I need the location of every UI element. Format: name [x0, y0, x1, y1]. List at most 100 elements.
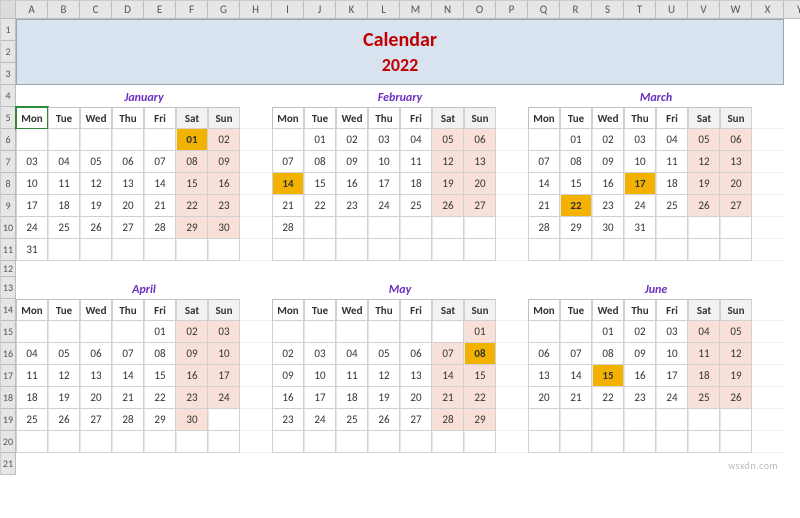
day-cell[interactable]: 07	[560, 343, 592, 365]
day-cell[interactable]: 09	[272, 365, 304, 387]
col-header-A[interactable]: A	[16, 1, 48, 19]
day-cell[interactable]: 12	[368, 365, 400, 387]
col-header-C[interactable]: C	[80, 1, 112, 19]
day-cell[interactable]: 03	[656, 321, 688, 343]
dow-sat[interactable]: Sat	[432, 299, 464, 321]
col-header-Y[interactable]: Y	[784, 1, 800, 19]
day-cell[interactable]: 03	[304, 343, 336, 365]
dow-tue[interactable]: Tue	[48, 107, 80, 129]
day-cell[interactable]: 19	[368, 387, 400, 409]
dow-thu[interactable]: Thu	[368, 107, 400, 129]
day-cell[interactable]: 24	[656, 387, 688, 409]
day-cell[interactable]: 18	[400, 173, 432, 195]
day-cell[interactable]: 26	[368, 409, 400, 431]
day-cell[interactable]: 25	[656, 195, 688, 217]
day-cell[interactable]: 20	[112, 195, 144, 217]
day-cell[interactable]: 24	[16, 217, 48, 239]
day-cell[interactable]: 08	[560, 151, 592, 173]
dow-sat[interactable]: Sat	[432, 107, 464, 129]
dow-wed[interactable]: Wed	[336, 107, 368, 129]
row-header-18[interactable]: 18	[1, 387, 16, 409]
day-cell[interactable]: 08	[592, 343, 624, 365]
col-header-G[interactable]: G	[208, 1, 240, 19]
row-header-4[interactable]: 4	[1, 85, 16, 107]
day-cell[interactable]: 21	[528, 195, 560, 217]
day-cell[interactable]: 08	[464, 343, 496, 365]
day-cell[interactable]: 26	[432, 195, 464, 217]
day-cell[interactable]: 06	[528, 343, 560, 365]
col-header-O[interactable]: O	[464, 1, 496, 19]
day-cell[interactable]: 01	[144, 321, 176, 343]
dow-sun[interactable]: Sun	[464, 107, 496, 129]
day-cell[interactable]: 02	[208, 129, 240, 151]
day-cell[interactable]: 18	[16, 387, 48, 409]
day-cell[interactable]: 16	[272, 387, 304, 409]
day-cell[interactable]: 13	[720, 151, 752, 173]
day-cell[interactable]: 08	[144, 343, 176, 365]
col-header-S[interactable]: S	[592, 1, 624, 19]
col-header-B[interactable]: B	[48, 1, 80, 19]
day-cell[interactable]: 14	[560, 365, 592, 387]
day-cell[interactable]: 19	[720, 365, 752, 387]
day-cell[interactable]: 02	[592, 129, 624, 151]
dow-wed[interactable]: Wed	[336, 299, 368, 321]
day-cell[interactable]: 22	[304, 195, 336, 217]
col-header-J[interactable]: J	[304, 1, 336, 19]
day-cell[interactable]: 15	[304, 173, 336, 195]
day-cell[interactable]: 01	[464, 321, 496, 343]
day-cell[interactable]: 06	[720, 129, 752, 151]
day-cell[interactable]: 20	[720, 173, 752, 195]
day-cell[interactable]: 02	[624, 321, 656, 343]
row-header-1[interactable]: 1	[1, 19, 16, 41]
row-header-6[interactable]: 6	[1, 129, 16, 151]
dow-tue[interactable]: Tue	[48, 299, 80, 321]
day-cell[interactable]: 06	[400, 343, 432, 365]
day-cell[interactable]: 20	[400, 387, 432, 409]
day-cell[interactable]: 26	[48, 409, 80, 431]
day-cell[interactable]: 25	[400, 195, 432, 217]
day-cell[interactable]: 06	[112, 151, 144, 173]
day-cell[interactable]: 13	[400, 365, 432, 387]
row-header-14[interactable]: 14	[1, 299, 16, 321]
day-cell[interactable]: 10	[208, 343, 240, 365]
day-cell[interactable]: 03	[16, 151, 48, 173]
day-cell[interactable]: 08	[304, 151, 336, 173]
day-cell[interactable]: 27	[720, 195, 752, 217]
row-header-5[interactable]: 5	[1, 107, 16, 129]
dow-thu[interactable]: Thu	[112, 107, 144, 129]
col-header-E[interactable]: E	[144, 1, 176, 19]
day-cell[interactable]: 11	[688, 343, 720, 365]
dow-sun[interactable]: Sun	[208, 299, 240, 321]
select-all-corner[interactable]	[1, 1, 16, 19]
day-cell[interactable]: 02	[272, 343, 304, 365]
day-cell[interactable]: 31	[624, 217, 656, 239]
day-cell[interactable]: 07	[272, 151, 304, 173]
day-cell[interactable]: 15	[176, 173, 208, 195]
day-cell[interactable]: 11	[48, 173, 80, 195]
day-cell[interactable]: 14	[144, 173, 176, 195]
day-cell[interactable]: 04	[336, 343, 368, 365]
day-cell[interactable]: 17	[208, 365, 240, 387]
dow-thu[interactable]: Thu	[624, 107, 656, 129]
row-header-11[interactable]: 11	[1, 239, 16, 261]
dow-sat[interactable]: Sat	[176, 299, 208, 321]
day-cell[interactable]: 25	[336, 409, 368, 431]
day-cell[interactable]: 18	[656, 173, 688, 195]
day-cell[interactable]: 25	[16, 409, 48, 431]
day-cell[interactable]: 22	[144, 387, 176, 409]
day-cell[interactable]: 10	[624, 151, 656, 173]
row-header-7[interactable]: 7	[1, 151, 16, 173]
day-cell[interactable]: 29	[560, 217, 592, 239]
day-cell[interactable]: 16	[336, 173, 368, 195]
day-cell[interactable]: 20	[528, 387, 560, 409]
day-cell[interactable]: 14	[272, 173, 304, 195]
day-cell[interactable]: 27	[112, 217, 144, 239]
day-cell[interactable]: 01	[560, 129, 592, 151]
dow-wed[interactable]: Wed	[592, 299, 624, 321]
day-cell[interactable]: 13	[80, 365, 112, 387]
day-cell[interactable]: 07	[528, 151, 560, 173]
dow-fri[interactable]: Fri	[144, 107, 176, 129]
dow-tue[interactable]: Tue	[560, 299, 592, 321]
day-cell[interactable]: 10	[16, 173, 48, 195]
day-cell[interactable]: 25	[688, 387, 720, 409]
